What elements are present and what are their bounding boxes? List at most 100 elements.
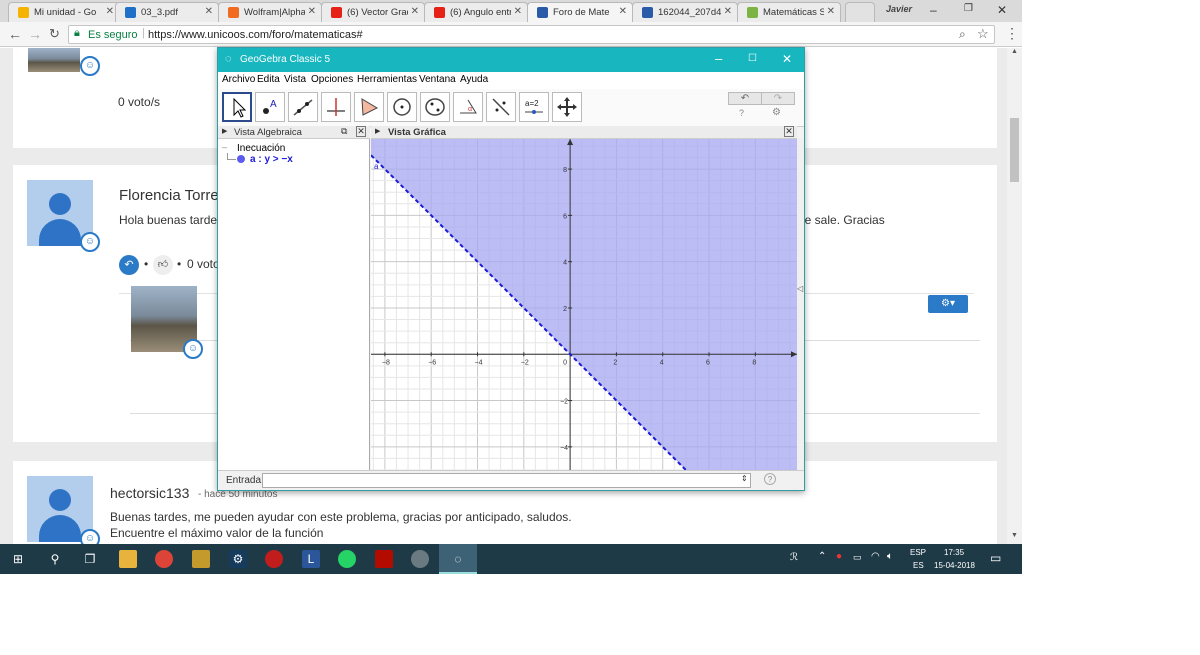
- close-icon[interactable]: ✕: [205, 6, 213, 17]
- star-icon[interactable]: ☆: [977, 26, 989, 42]
- back-arrow-icon[interactable]: ←: [8, 26, 22, 42]
- profile-name[interactable]: Javier: [886, 4, 912, 14]
- new-tab-button[interactable]: [845, 2, 875, 22]
- chrome-icon[interactable]: [155, 550, 173, 568]
- reload-icon[interactable]: ↻: [49, 26, 60, 42]
- forward-arrow-icon[interactable]: →: [28, 26, 42, 42]
- detach-icon[interactable]: ⧉: [341, 126, 347, 137]
- battery-icon[interactable]: ▭: [853, 552, 862, 563]
- post-author[interactable]: hectorsic133: [110, 485, 189, 501]
- steam-icon[interactable]: ⚙: [229, 550, 247, 568]
- algebra-object[interactable]: a : y > −x: [250, 154, 293, 165]
- input-field[interactable]: ⇕: [262, 473, 751, 488]
- clock-time[interactable]: 17:35: [944, 548, 964, 557]
- scrollbar-thumb[interactable]: [1010, 118, 1019, 182]
- view-splitter[interactable]: ◁: [797, 139, 804, 470]
- app-icon[interactable]: [192, 550, 210, 568]
- browser-tab[interactable]: 03_3.pdf ✕: [115, 2, 219, 22]
- close-icon[interactable]: ✕: [782, 52, 792, 66]
- volume-icon[interactable]: 🔈︎: [887, 551, 893, 562]
- menu-ventana[interactable]: Ventana: [419, 74, 456, 85]
- geogebra-titlebar[interactable]: ◌ GeoGebra Classic 5 – ☐ ✕: [218, 48, 804, 72]
- gear-icon[interactable]: ⚙: [772, 107, 781, 118]
- minimize-icon[interactable]: –: [715, 51, 722, 66]
- browser-tab[interactable]: (6) Angulo entr ✕: [424, 2, 528, 22]
- task-view-icon[interactable]: ❐: [81, 550, 99, 568]
- menu-edita[interactable]: Edita: [257, 74, 280, 85]
- browser-tab[interactable]: Mi unidad - Go ✕: [8, 2, 120, 22]
- help-icon[interactable]: ?: [739, 108, 744, 118]
- people-icon[interactable]: ℛ: [790, 552, 798, 563]
- windows-start-icon[interactable]: ⊞: [9, 550, 27, 568]
- menu-herramientas[interactable]: Herramientas: [357, 74, 417, 85]
- app-icon[interactable]: [411, 550, 429, 568]
- browser-tab[interactable]: 162044_207d4 ✕: [632, 2, 738, 22]
- move-graphics-tool-icon[interactable]: [552, 92, 582, 122]
- close-icon[interactable]: ✕: [411, 6, 419, 17]
- close-icon[interactable]: ✕: [514, 6, 522, 17]
- input-help-icon[interactable]: ?: [764, 473, 776, 485]
- polygon-tool-icon[interactable]: [354, 92, 384, 122]
- slider-tool-icon[interactable]: a=2: [519, 92, 549, 122]
- menu-ayuda[interactable]: Ayuda: [460, 74, 488, 85]
- close-view-icon[interactable]: ✕: [356, 126, 366, 137]
- post-author[interactable]: Florencia Torre: [119, 187, 219, 204]
- maximize-icon[interactable]: ☐: [748, 53, 757, 64]
- acrobat-icon[interactable]: [375, 550, 393, 568]
- scroll-up-icon[interactable]: ▲: [1011, 48, 1018, 55]
- chevron-up-icon[interactable]: ⌃: [818, 551, 826, 562]
- app-icon[interactable]: L: [302, 550, 320, 568]
- reply-icon[interactable]: ↶: [119, 255, 139, 275]
- whatsapp-icon[interactable]: [338, 550, 356, 568]
- zoom-icon[interactable]: ⌕: [959, 27, 966, 42]
- angle-tool-icon[interactable]: α: [453, 92, 483, 122]
- page-scrollbar[interactable]: ▲ ▼: [1007, 48, 1022, 544]
- close-icon[interactable]: ✕: [106, 6, 114, 17]
- restore-icon[interactable]: ❐: [964, 3, 973, 14]
- close-icon[interactable]: ✕: [827, 6, 835, 17]
- move-tool-icon[interactable]: [222, 92, 252, 122]
- redo-icon[interactable]: ↷: [761, 92, 795, 105]
- language-sub-label[interactable]: ES: [913, 561, 924, 570]
- geogebra-taskbar-button[interactable]: ◌: [439, 544, 477, 574]
- close-icon[interactable]: ✕: [308, 6, 316, 17]
- point-tool-icon[interactable]: A: [255, 92, 285, 122]
- scroll-down-icon[interactable]: ▼: [1011, 532, 1018, 539]
- graphics-view[interactable]: −8 −6 −4 −2 0 2 4 6 8 −4 −2 2 4 6 8 a: [371, 139, 797, 470]
- clock-date[interactable]: 15-04-2018: [934, 561, 975, 570]
- file-explorer-icon[interactable]: [119, 550, 137, 568]
- menu-opciones[interactable]: Opciones: [311, 74, 353, 85]
- inequality-plot[interactable]: −8 −6 −4 −2 0 2 4 6 8 −4 −2 2 4 6 8 a: [371, 139, 797, 470]
- input-spinner-icon[interactable]: ⇕: [741, 474, 748, 483]
- language-label[interactable]: ESP: [910, 548, 926, 557]
- close-view-icon[interactable]: ✕: [784, 126, 794, 137]
- circle-tool-icon[interactable]: [387, 92, 417, 122]
- ellipse-tool-icon[interactable]: [420, 92, 450, 122]
- reflect-tool-icon[interactable]: [486, 92, 516, 122]
- notifications-icon[interactable]: ▭: [990, 551, 1001, 565]
- settings-dropdown-button[interactable]: ⚙▾: [928, 295, 968, 313]
- browser-tab[interactable]: Wolfram|Alpha ✕: [218, 2, 322, 22]
- menu-vista[interactable]: Vista: [284, 74, 306, 85]
- menu-archivo[interactable]: Archivo: [222, 74, 255, 85]
- perpendicular-tool-icon[interactable]: [321, 92, 351, 122]
- browser-tab-active[interactable]: Foro de Mate ✕: [527, 2, 633, 22]
- visibility-toggle-icon[interactable]: [237, 155, 245, 163]
- line-tool-icon[interactable]: [288, 92, 318, 122]
- collapse-icon[interactable]: ▶: [375, 127, 380, 135]
- minimize-icon[interactable]: –: [930, 3, 937, 17]
- collapse-icon[interactable]: ▶: [222, 127, 227, 135]
- tray-app-icon[interactable]: ●: [836, 551, 842, 562]
- side-panel-arrow-icon[interactable]: ◁: [797, 284, 803, 293]
- browser-tab[interactable]: Matemáticas S ✕: [737, 2, 841, 22]
- close-window-icon[interactable]: ✕: [997, 3, 1007, 17]
- close-icon[interactable]: ✕: [619, 6, 627, 17]
- search-icon[interactable]: ⚲: [46, 550, 64, 568]
- browser-tab[interactable]: (6) Vector Grad ✕: [321, 2, 425, 22]
- close-icon[interactable]: ✕: [724, 6, 732, 17]
- like-icon[interactable]: 👍︎: [153, 255, 173, 275]
- url-bar[interactable]: 🔒︎ Es seguro | https://www.unicoos.com/f…: [68, 25, 995, 44]
- wifi-icon[interactable]: ◠: [871, 551, 880, 562]
- undo-icon[interactable]: ↶: [728, 92, 762, 105]
- app-icon[interactable]: [265, 550, 283, 568]
